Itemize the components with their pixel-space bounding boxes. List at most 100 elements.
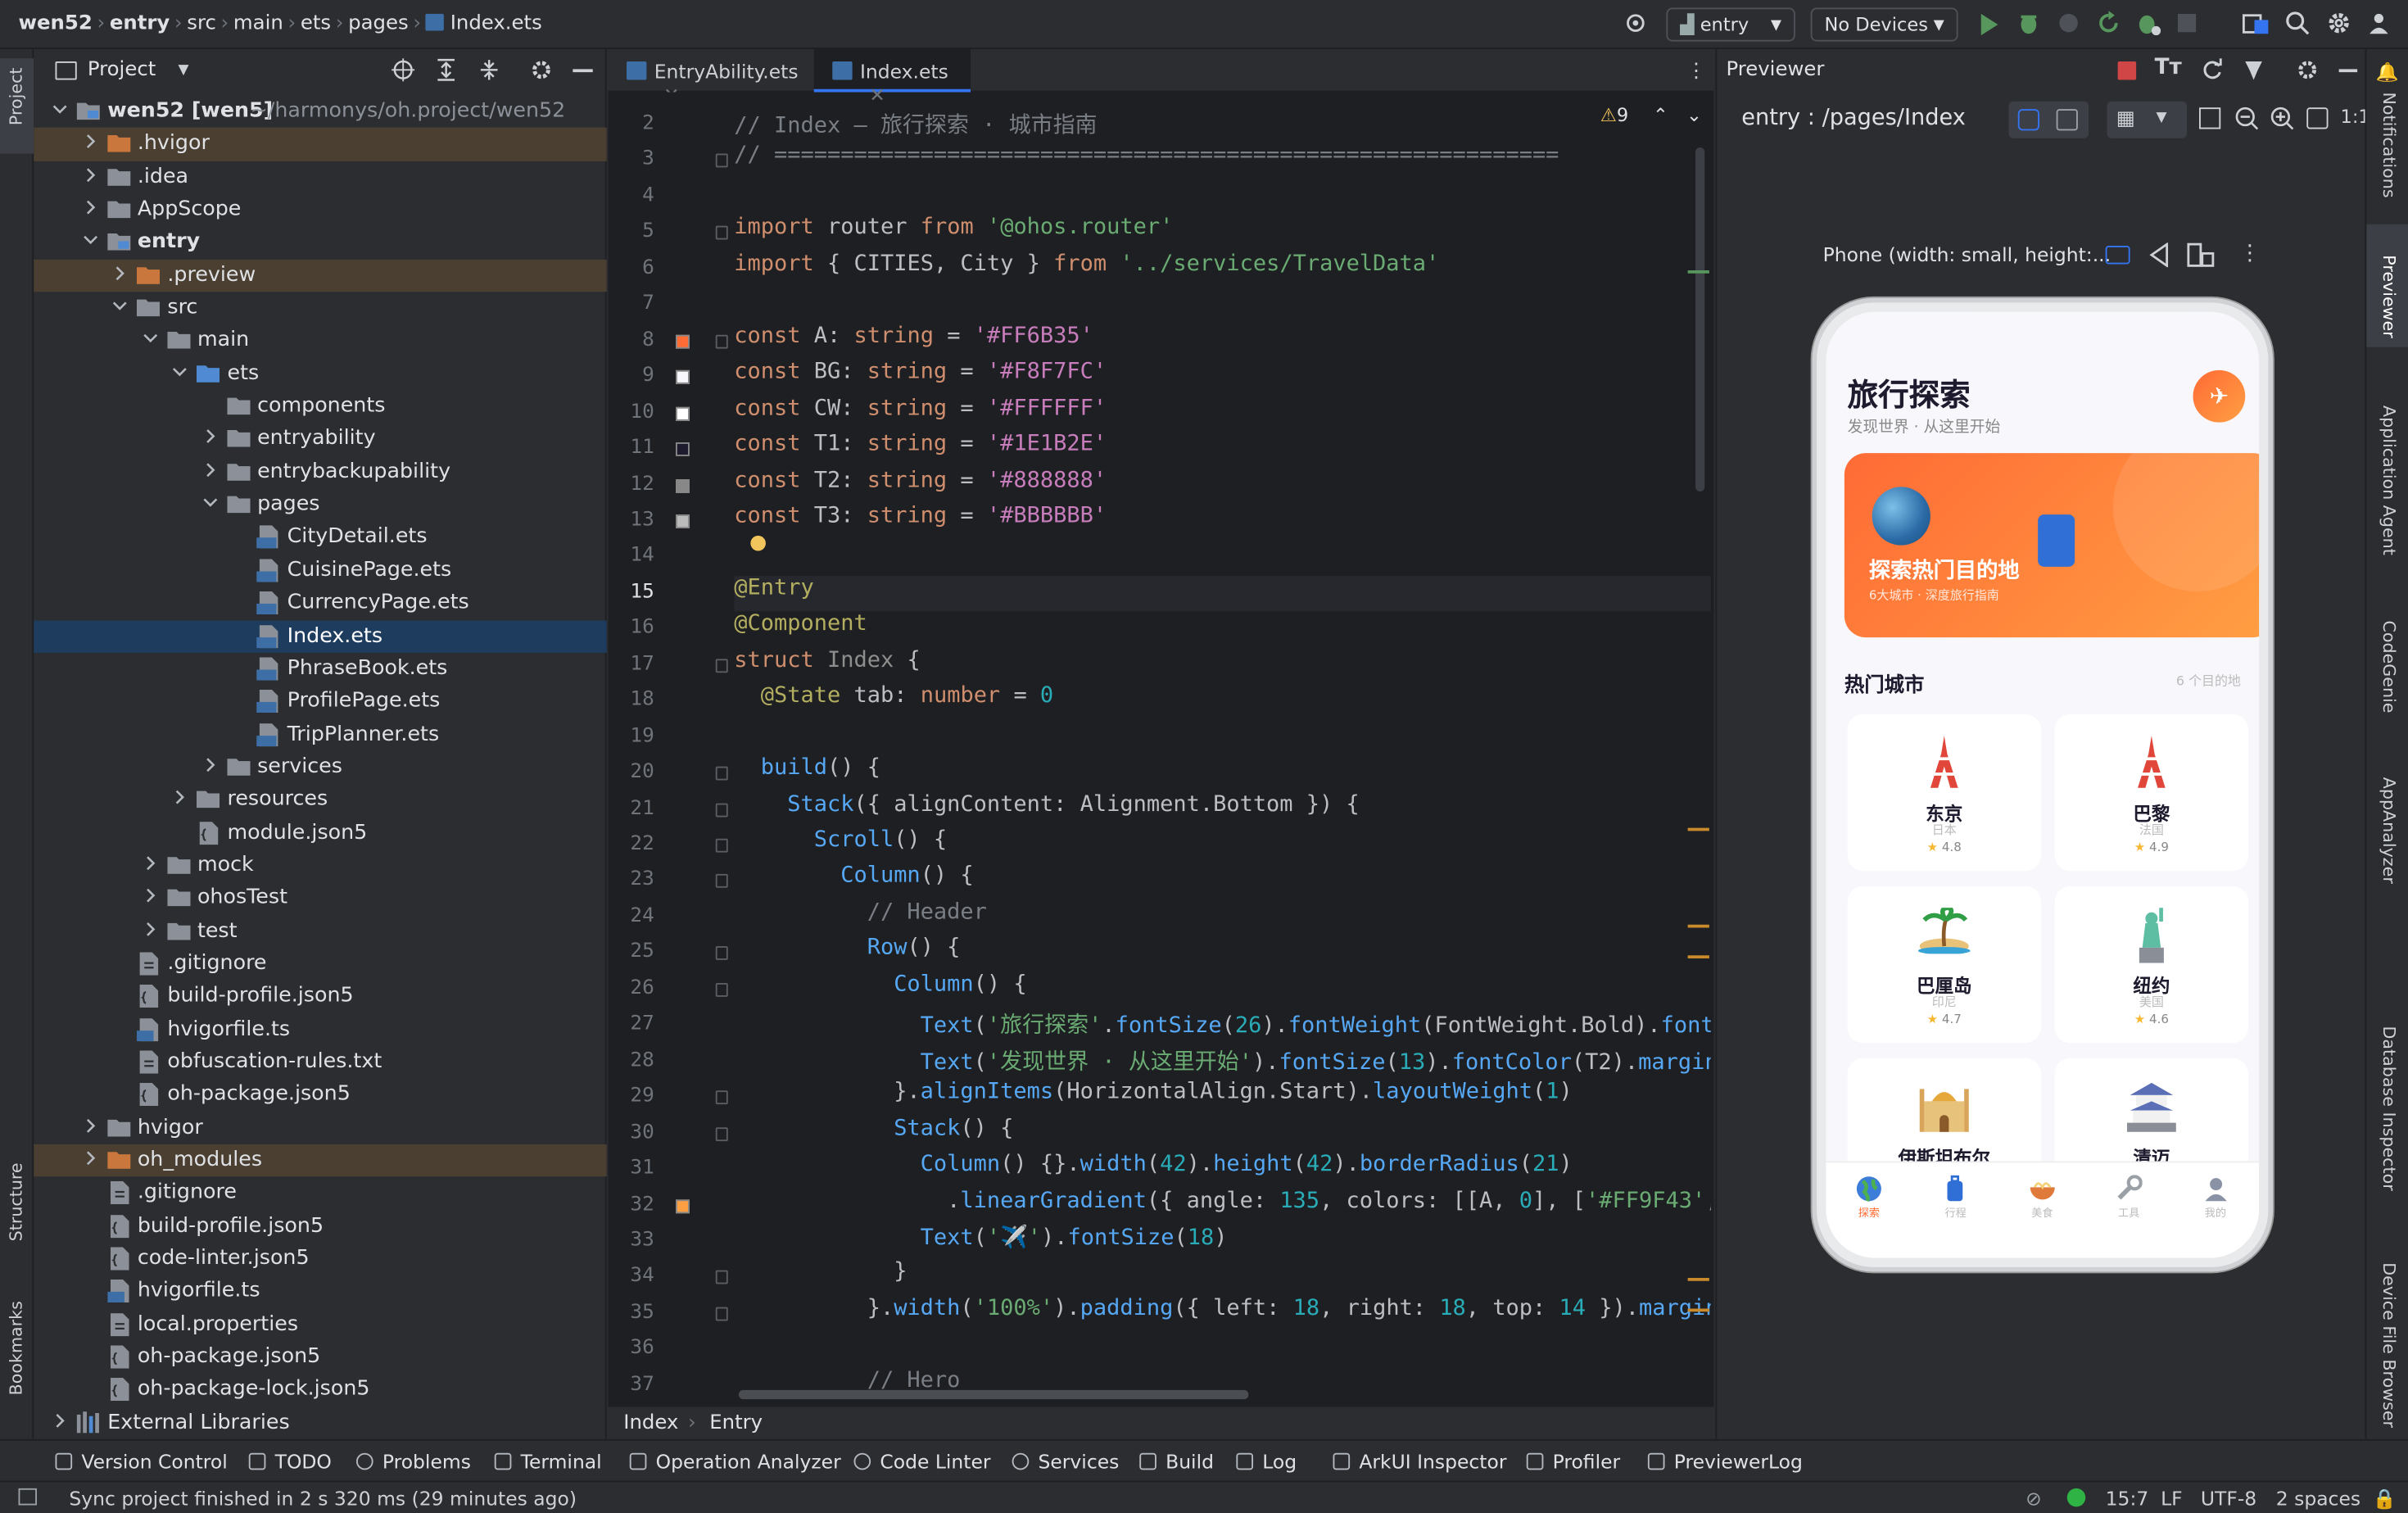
tree-item[interactable]: code-linter.json5: [34, 1243, 606, 1275]
tree-item[interactable]: .gitignore: [34, 1177, 606, 1210]
color-swatch-icon[interactable]: [676, 370, 690, 384]
code-line[interactable]: const T2: string = '#888888': [734, 468, 1107, 504]
tool-window-profiler[interactable]: Profiler: [1527, 1450, 1620, 1473]
panel-settings-gear-icon[interactable]: [530, 58, 553, 81]
breadcrumb-module[interactable]: entry: [110, 12, 170, 35]
tree-item[interactable]: local.properties: [34, 1308, 606, 1341]
fullscreen-icon[interactable]: [2306, 107, 2328, 129]
device-dropdown[interactable]: No Devices▼: [1811, 7, 1958, 41]
fold-icon[interactable]: [716, 1126, 728, 1140]
code-line[interactable]: @Entry: [734, 576, 1711, 612]
device-type-icon[interactable]: [2106, 246, 2130, 265]
code-line[interactable]: // =====================================…: [734, 143, 1559, 179]
tree-item[interactable]: .gitignore: [34, 948, 606, 981]
city-card[interactable]: 巴黎法国★ 4.9: [2055, 714, 2248, 871]
plane-fab-button[interactable]: ✈: [2193, 370, 2246, 423]
color-swatch-icon[interactable]: [676, 514, 690, 528]
search-icon[interactable]: [2285, 11, 2310, 35]
rotate-device-icon[interactable]: [2187, 242, 2215, 267]
tool-window-arkui-inspector[interactable]: ArkUI Inspector: [1333, 1450, 1507, 1473]
status-message[interactable]: Sync project finished in 2 s 320 ms (29 …: [69, 1487, 577, 1510]
tree-item[interactable]: ProfilePage.ets: [34, 686, 606, 718]
chevron-down-icon[interactable]: [202, 495, 218, 510]
tool-window-build[interactable]: Build: [1139, 1450, 1214, 1473]
code-line[interactable]: Text('旅行探索'.fontSize(26).fontWeight(Font…: [734, 1008, 1711, 1044]
city-card[interactable]: 纽约美国★ 4.6: [2055, 886, 2248, 1043]
fold-icon[interactable]: [716, 1091, 728, 1105]
fold-icon[interactable]: [716, 154, 728, 168]
view-mode-toggle[interactable]: [2009, 102, 2089, 138]
code-line[interactable]: // Index — 旅行探索 · 城市指南: [734, 107, 1097, 143]
tool-window-operation-analyzer[interactable]: Operation Analyzer: [630, 1450, 841, 1473]
chevron-right-icon[interactable]: [202, 429, 218, 445]
inspector-icon[interactable]: [2243, 58, 2265, 81]
fold-icon[interactable]: [716, 659, 728, 673]
tab-entryability[interactable]: EntryAbility.ets ✕: [609, 49, 814, 93]
chevron-down-icon[interactable]: [172, 364, 188, 379]
rerun-icon[interactable]: [2096, 11, 2121, 35]
tree-item[interactable]: test: [34, 915, 606, 948]
hero-banner[interactable]: 探索热门目的地 6大城市 · 深度旅行指南: [1844, 453, 2259, 637]
breadcrumb-src[interactable]: src: [187, 12, 216, 35]
font-size-icon[interactable]: Tт: [2155, 56, 2182, 80]
code-line[interactable]: Text('发现世界 · 从这里开始').fontSize(13).fontCo…: [734, 1044, 1711, 1080]
color-swatch-icon[interactable]: [676, 442, 690, 456]
tab-index[interactable]: Index.ets ✕: [814, 49, 971, 93]
previewer-settings-gear-icon[interactable]: [2296, 58, 2319, 81]
status-ok-icon[interactable]: [2067, 1488, 2086, 1507]
previous-highlight-icon[interactable]: ⌃: [1653, 105, 1668, 126]
chevron-right-icon[interactable]: [112, 265, 128, 281]
no-network-icon[interactable]: ⊘: [2026, 1487, 2042, 1510]
code-line[interactable]: Text('✈️').fontSize(18): [734, 1224, 1227, 1260]
code-line[interactable]: Scroll() {: [734, 828, 947, 864]
tree-item[interactable]: wen52 [wen5] ~/harmonys/oh.project/wen52: [34, 95, 606, 128]
collapse-all-icon[interactable]: [478, 58, 500, 81]
lock-icon[interactable]: 🔒: [2373, 1487, 2397, 1511]
city-card[interactable]: 东京日本★ 4.8: [1848, 714, 2041, 871]
color-swatch-icon[interactable]: [676, 406, 690, 420]
device-manager-icon[interactable]: [2243, 11, 2270, 35]
tree-item[interactable]: CuisinePage.ets: [34, 555, 606, 587]
code-line[interactable]: import { CITIES, City } from '../service…: [734, 251, 1439, 288]
code-line[interactable]: Column() {: [734, 972, 1026, 1008]
horizontal-scrollbar[interactable]: [739, 1390, 1249, 1399]
toggle-panels-icon[interactable]: [19, 1488, 38, 1506]
code-line[interactable]: struct Index {: [734, 648, 920, 684]
indent-setting[interactable]: 2 spaces: [2276, 1487, 2360, 1510]
tree-item[interactable]: AppScope: [34, 193, 606, 226]
chevron-right-icon[interactable]: [142, 855, 157, 871]
breadcrumb-pages[interactable]: pages: [348, 12, 409, 35]
tree-item[interactable]: TripPlanner.ets: [34, 718, 606, 751]
tree-item[interactable]: Index.ets: [34, 620, 606, 653]
code-line[interactable]: Column() {}.width(42).height(42).borderR…: [734, 1152, 1573, 1188]
appanalyzer-tool-button[interactable]: AppAnalyzer: [2379, 777, 2398, 884]
tree-item[interactable]: build-profile.json5: [34, 981, 606, 1013]
chevron-down-icon[interactable]: [142, 331, 157, 347]
tree-item[interactable]: resources: [34, 784, 606, 817]
crumb-struct[interactable]: Index: [623, 1411, 678, 1434]
fold-icon[interactable]: [716, 1307, 728, 1320]
code-line[interactable]: // Header: [734, 900, 987, 936]
file-encoding[interactable]: UTF-8: [2201, 1487, 2256, 1510]
chevron-right-icon[interactable]: [82, 134, 97, 150]
tree-item[interactable]: oh-package-lock.json5: [34, 1374, 606, 1407]
tree-item[interactable]: module.json5: [34, 817, 606, 849]
hide-panel-icon[interactable]: [2339, 69, 2358, 72]
nav-tab[interactable]: 行程: [1912, 1175, 1998, 1221]
code-line[interactable]: const CW: string = '#FFFFFF': [734, 396, 1107, 432]
tool-window-todo[interactable]: TODO: [249, 1450, 332, 1473]
fit-screen-icon[interactable]: [2199, 107, 2220, 129]
fold-icon[interactable]: [716, 839, 728, 853]
code-line[interactable]: @Component: [734, 612, 867, 648]
next-highlight-icon[interactable]: ⌄: [1686, 105, 1702, 126]
fold-icon[interactable]: [716, 803, 728, 817]
multi-device-dropdown[interactable]: ▦ ▼: [2107, 102, 2188, 138]
color-swatch-icon[interactable]: [676, 1198, 690, 1212]
tree-item[interactable]: entry: [34, 226, 606, 259]
target-icon[interactable]: [1623, 11, 1648, 35]
tree-item[interactable]: pages: [34, 488, 606, 521]
code-line[interactable]: }: [734, 1260, 907, 1296]
breadcrumb-main[interactable]: main: [233, 12, 283, 35]
profile-icon[interactable]: [2057, 11, 2081, 35]
chevron-right-icon[interactable]: [82, 200, 97, 215]
